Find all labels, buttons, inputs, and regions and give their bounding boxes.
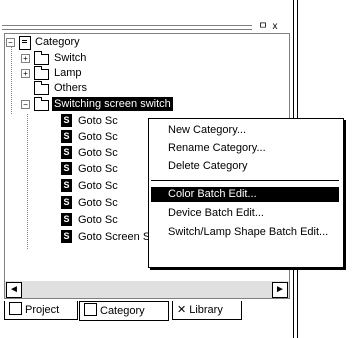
tree-item-label: Goto Sc: [78, 180, 118, 192]
menu-item-new-category[interactable]: New Category...: [168, 123, 246, 138]
tab-label: Project: [25, 304, 60, 316]
folder-icon: [34, 81, 49, 95]
tab-category[interactable]: Category: [79, 301, 169, 321]
folder-icon: [34, 66, 49, 80]
switch-part-icon: S: [61, 146, 72, 159]
switch-part-icon: S: [61, 114, 72, 127]
switch-part-icon: S: [61, 196, 72, 209]
tab-label: Category: [100, 305, 145, 317]
folder-open-icon: [34, 97, 49, 111]
menu-item-label: Device Batch Edit...: [168, 207, 264, 219]
close-icon[interactable]: x: [270, 22, 280, 32]
restore-icon[interactable]: ㅁ: [258, 22, 268, 32]
folder-icon: [34, 51, 49, 65]
tab-project[interactable]: Project: [4, 301, 78, 320]
menu-item-rename-category[interactable]: Rename Category...: [168, 141, 266, 156]
tree-item-label: Goto Sc: [78, 131, 118, 143]
tree-line: [11, 46, 12, 114]
tree-node-label: Switching screen switch: [52, 97, 173, 111]
switch-part-icon: S: [61, 179, 72, 192]
tab-label: Library: [189, 304, 223, 316]
menu-item-label: Switch/Lamp Shape Batch Edit...: [168, 226, 329, 238]
switch-part-icon: S: [61, 213, 72, 226]
context-menu: New Category... Rename Category... Delet…: [148, 118, 344, 268]
tree-item-label: Goto Sc: [78, 147, 118, 159]
menu-item-label: Rename Category...: [168, 142, 266, 154]
switch-part-icon: S: [61, 130, 72, 143]
collapse-icon[interactable]: −: [21, 100, 30, 109]
menu-item-label: New Category...: [168, 124, 247, 136]
horizontal-scrollbar[interactable]: ◄ ►: [4, 281, 290, 299]
menu-item-shape-batch-edit[interactable]: Switch/Lamp Shape Batch Edit...: [168, 225, 328, 240]
tree-item-label: Goto Sc: [78, 163, 118, 175]
menu-separator: [151, 180, 339, 181]
tree-item-label: Goto Sc: [78, 115, 118, 127]
titlebar-grip-lower: [2, 29, 252, 31]
menu-item-color-batch-edit[interactable]: Color Batch Edit...: [168, 187, 257, 202]
menu-item-label: Delete Category: [168, 160, 248, 172]
menu-item-label: Color Batch Edit...: [168, 188, 257, 200]
collapse-icon[interactable]: −: [6, 38, 15, 47]
tree-line: [27, 114, 28, 249]
project-icon: [9, 302, 22, 315]
switch-part-icon: S: [61, 162, 72, 175]
document-icon: [84, 303, 97, 316]
menu-item-delete-category[interactable]: Delete Category: [168, 159, 248, 174]
menu-item-device-batch-edit[interactable]: Device Batch Edit...: [168, 206, 264, 221]
switch-part-icon: S: [61, 230, 72, 243]
tree-item-label: Goto Sc: [78, 197, 118, 209]
tools-icon: ✕: [177, 304, 187, 316]
document-icon: [19, 36, 31, 50]
titlebar-grip: [2, 25, 252, 28]
tree-item-label: Goto Sc: [78, 214, 118, 226]
tree-node-label: Category: [35, 36, 80, 48]
tree-node-label: Others: [54, 82, 88, 94]
tree-node-label: Switch: [54, 52, 87, 64]
scroll-right-icon[interactable]: ►: [272, 282, 288, 298]
expand-icon[interactable]: +: [21, 54, 30, 63]
scroll-left-icon[interactable]: ◄: [6, 282, 22, 298]
expand-icon[interactable]: +: [21, 69, 30, 78]
tree-node-label: Lamp: [54, 67, 82, 79]
tab-library[interactable]: ✕ Library: [172, 301, 242, 320]
